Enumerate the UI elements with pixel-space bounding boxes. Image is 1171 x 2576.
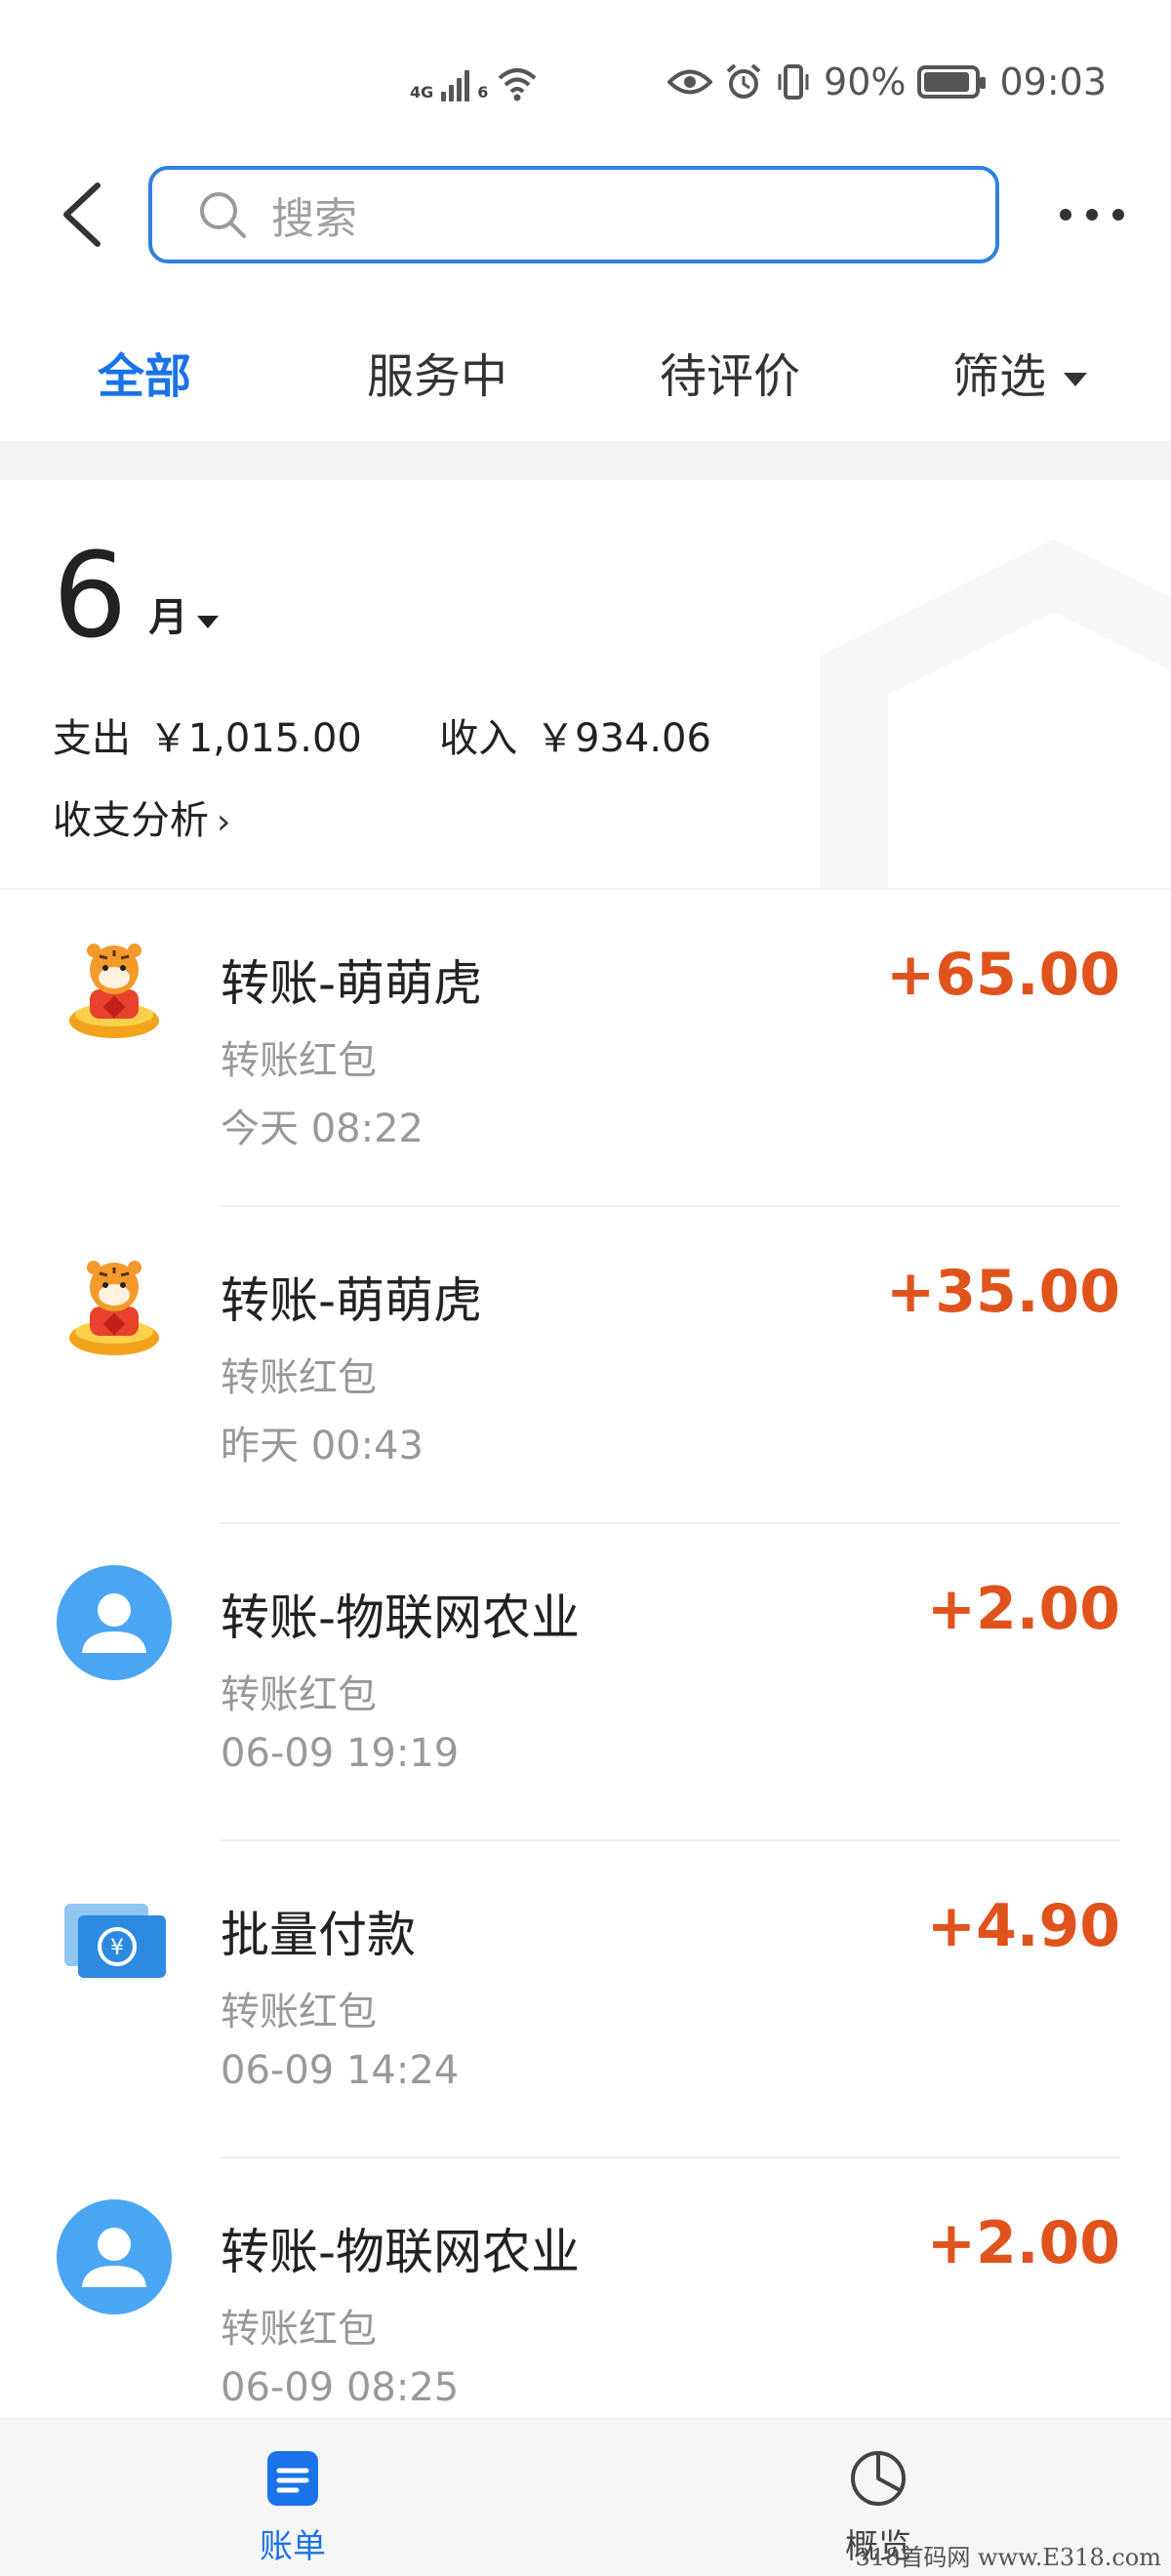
transaction-subtitle: 转账红包 [221,1990,377,2034]
transaction-item[interactable]: 转账-物联网农业 转账红包 06-09 19:19 +2.00 [0,1524,1171,1841]
watermark: 318首码网 www.E318.com [855,2544,1161,2571]
transaction-title: 转账-萌萌虎 [221,1272,483,1329]
status-bar: 4G 6 90% 09:03 [0,0,1171,166]
transaction-title: 转账-物联网农业 [221,2224,581,2280]
batch-payment-icon: ¥ [57,1882,172,1997]
battery-icon [917,65,987,99]
income-label: 收入 [439,716,518,761]
more-dot-icon [1060,209,1071,221]
analysis-label: 收支分析 [53,798,209,843]
transaction-subtitle: 转账红包 [221,1672,377,1717]
more-button[interactable] [1060,201,1124,228]
transaction-time: 06-09 19:19 [221,1731,460,1776]
person-avatar-icon [57,1565,172,1680]
tab-in-service[interactable]: 服务中 [367,338,507,406]
transaction-title: 批量付款 [221,1907,416,1963]
transaction-time: 今天 08:22 [221,1107,424,1151]
chevron-right-icon: › [217,802,231,842]
transaction-time: 06-09 14:24 [221,2048,460,2093]
battery-percent: 90% [824,60,907,103]
back-arrow-icon [63,182,101,247]
expense-label: 支出 [53,716,131,761]
transaction-subtitle: 转账红包 [221,1355,377,1400]
status-right: 90% 09:03 [667,60,1107,103]
transaction-subtitle: 转账红包 [221,2307,377,2352]
search-input[interactable]: 搜索 [148,166,999,263]
caret-down-icon [197,616,220,628]
transaction-amount: +35.00 [885,1258,1120,1326]
transaction-list: 转账-萌萌虎 转账红包 今天 08:22 +65.00 转账-萌萌虎 转账红包 [0,890,1171,2418]
transaction-item[interactable]: 转账-物联网农业 转账红包 06-09 08:25 +2.00 [0,2158,1171,2418]
transaction-title: 转账-萌萌虎 [221,955,483,1012]
nav-bill-label: 账单 [260,2527,326,2566]
svg-text:¥: ¥ [110,1936,124,1960]
wifi-label: 6 [477,83,489,101]
tab-label: 服务中 [367,349,508,404]
back-button[interactable] [53,176,111,254]
eye-icon [667,69,713,95]
expense-value: ￥1,015.00 [148,716,362,761]
person-avatar-icon [57,2199,172,2314]
transaction-amount: +4.90 [926,1892,1120,1960]
network-type: 4G [410,83,434,101]
pie-chart-icon [851,2451,906,2506]
transaction-amount: +65.00 [885,941,1120,1009]
header: 搜索 [0,166,1171,263]
transaction-time: 昨天 00:43 [221,1424,424,1469]
tiger-avatar-icon [57,931,172,1046]
tab-label: 全部 [98,349,192,404]
tab-label: 待评价 [660,349,801,404]
transaction-item[interactable]: 转账-萌萌虎 转账红包 今天 08:22 +65.00 [0,890,1171,1207]
tiger-avatar-icon [57,1248,172,1363]
search-icon [200,192,246,238]
signal-indicator: 4G 6 [410,64,539,101]
transaction-amount: +2.00 [926,1575,1120,1643]
search-placeholder: 搜索 [271,194,357,244]
month-summary: 6 月 支出 ￥1,015.00 收入 ￥934.06 收支分析 › [0,480,1171,890]
transaction-title: 转账-物联网农业 [221,1590,581,1646]
month-totals: 支出 ￥1,015.00 收入 ￥934.06 [53,706,717,763]
tab-all[interactable]: 全部 [98,338,191,406]
tab-label: 筛选 [952,349,1047,404]
more-dot-icon [1112,209,1124,221]
section-divider [0,441,1171,480]
filter-tabs: 全部 服务中 待评价 筛选 [0,312,1171,429]
bill-icon [267,2451,318,2506]
alarm-icon [726,63,761,99]
month-number: 6 [53,529,128,664]
month-unit: 月 [148,595,188,640]
analysis-link[interactable]: 收支分析 › [53,788,230,845]
caret-down-icon [1064,373,1088,386]
signal-bars-icon [441,68,470,101]
income-value: ￥934.06 [536,716,711,761]
transaction-item[interactable]: 转账-萌萌虎 转账红包 昨天 00:43 +35.00 [0,1207,1171,1524]
wifi-icon [499,68,537,101]
transaction-time: 06-09 08:25 [221,2365,460,2410]
nav-bill[interactable]: 账单 [215,2447,371,2567]
tab-to-review[interactable]: 待评价 [660,338,800,406]
background-decoration [820,539,1171,890]
vibrate-icon [778,64,809,100]
tab-filter[interactable]: 筛选 [952,338,1088,406]
month-selector[interactable]: 6 月 [53,529,220,664]
transaction-amount: +2.00 [926,2209,1120,2277]
more-dot-icon [1086,209,1098,221]
transaction-subtitle: 转账红包 [221,1038,377,1083]
transaction-item[interactable]: ¥ 批量付款 转账红包 06-09 14:24 +4.90 [0,1841,1171,2158]
clock: 09:03 [999,60,1107,103]
